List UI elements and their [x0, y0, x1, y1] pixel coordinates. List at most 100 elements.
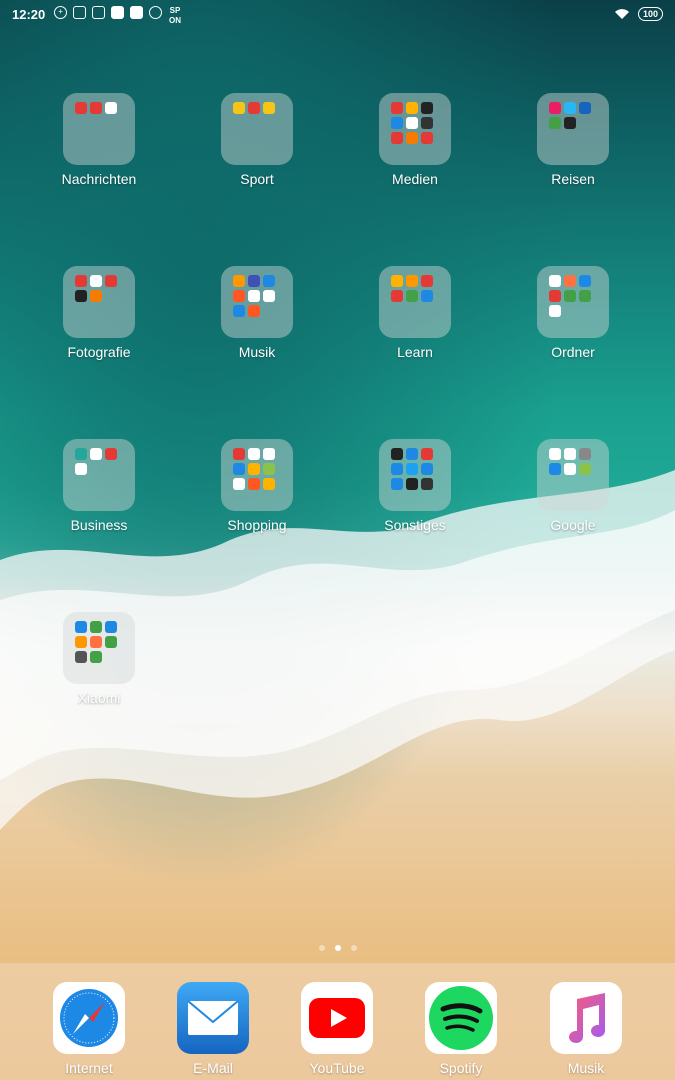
app-mini-icon [263, 478, 275, 490]
mail-envelope-icon [177, 982, 249, 1054]
page-dot-3[interactable] [350, 945, 357, 951]
chat-icon [130, 6, 143, 19]
folder-ordner[interactable]: Ordner [528, 266, 618, 360]
mail-notification-icon [73, 6, 86, 19]
app-mini-icon [391, 478, 403, 490]
spon-icon: SP ON [169, 6, 181, 25]
folder-nachrichten[interactable]: Nachrichten [54, 93, 144, 187]
app-mini-icon [391, 132, 403, 144]
page-dot-1[interactable] [318, 945, 325, 951]
dock-app-spotify[interactable]: Spotify [416, 982, 506, 1076]
dock-app-youtube[interactable]: YouTube [292, 982, 382, 1076]
app-mini-icon [233, 102, 245, 114]
app-mini-icon [248, 305, 260, 317]
app-mini-icon [90, 651, 102, 663]
folder-label: Medien [392, 171, 438, 187]
app-mini-icon [564, 117, 576, 129]
folder-label: Sonstiges [384, 517, 446, 533]
folder-learn[interactable]: Learn [370, 266, 460, 360]
folder-musik[interactable]: Musik [212, 266, 302, 360]
app-mini-icon [406, 132, 418, 144]
app-mini-icon [421, 102, 433, 114]
folder-preview [221, 266, 293, 338]
app-mini-icon [248, 463, 260, 475]
app-mini-icon [233, 448, 245, 460]
app-mini-icon [406, 448, 418, 460]
dock-app-email[interactable]: E-Mail [168, 982, 258, 1076]
app-mini-icon [75, 448, 87, 460]
page-indicator[interactable] [0, 945, 675, 951]
folder-google[interactable]: Google [528, 439, 618, 533]
folder-preview [537, 266, 609, 338]
folder-business[interactable]: Business [54, 439, 144, 533]
folder-label: Ordner [551, 344, 595, 360]
app-mini-icon [263, 275, 275, 287]
folder-sport[interactable]: Sport [212, 93, 302, 187]
folder-preview [537, 93, 609, 165]
app-mini-icon [391, 463, 403, 475]
app-mini-icon [90, 448, 102, 460]
folder-preview [63, 612, 135, 684]
app-mini-icon [421, 117, 433, 129]
folder-reisen[interactable]: Reisen [528, 93, 618, 187]
app-mini-icon [75, 290, 87, 302]
app-mini-icon [564, 448, 576, 460]
app-mini-icon [421, 463, 433, 475]
folder-preview [221, 93, 293, 165]
app-mini-icon [406, 478, 418, 490]
dock-label: Internet [65, 1060, 113, 1076]
app-mini-icon [248, 275, 260, 287]
app-mini-icon [391, 290, 403, 302]
app-mini-icon [263, 463, 275, 475]
folder-label: Nachrichten [61, 171, 137, 187]
folder-label: Musik [238, 344, 276, 360]
app-mini-icon [564, 290, 576, 302]
app-mini-icon [105, 448, 117, 460]
news-icon [149, 6, 162, 19]
folder-xiaomi[interactable]: Xiaomi [54, 612, 144, 706]
page-dot-2[interactable] [334, 945, 341, 951]
app-mini-icon [233, 478, 245, 490]
dock-label: Musik [567, 1060, 605, 1076]
dock-app-internet[interactable]: Internet [44, 982, 134, 1076]
app-mini-icon [263, 102, 275, 114]
instagram-icon [92, 6, 105, 19]
folder-sonstiges[interactable]: Sonstiges [370, 439, 460, 533]
folder-medien[interactable]: Medien [370, 93, 460, 187]
status-bar: 12:20 + SP ON 100 [0, 0, 675, 28]
folder-preview [379, 266, 451, 338]
dock-app-musik[interactable]: Musik [541, 982, 631, 1076]
app-mini-icon [233, 463, 245, 475]
folder-shopping[interactable]: Shopping [212, 439, 302, 533]
folder-fotografie[interactable]: Fotografie [54, 266, 144, 360]
app-mini-icon [579, 275, 591, 287]
dock-label: Spotify [439, 1060, 483, 1076]
app-mini-icon [549, 463, 561, 475]
app-mini-icon [391, 448, 403, 460]
app-mini-icon [579, 463, 591, 475]
app-mini-icon [105, 275, 117, 287]
music-note-icon [550, 982, 622, 1054]
app-mini-icon [75, 275, 87, 287]
app-mini-icon [233, 290, 245, 302]
app-mini-icon [75, 621, 87, 633]
app-mini-icon [90, 290, 102, 302]
app-mini-icon [248, 478, 260, 490]
app-mini-icon [233, 275, 245, 287]
app-mini-icon [549, 305, 561, 317]
app-mini-icon [248, 102, 260, 114]
dock-label: YouTube [309, 1060, 365, 1076]
app-mini-icon [105, 621, 117, 633]
folder-label: Xiaomi [77, 690, 121, 706]
flipboard-icon [111, 6, 124, 19]
app-mini-icon [263, 290, 275, 302]
app-mini-icon [105, 636, 117, 648]
app-mini-icon [406, 117, 418, 129]
app-mini-icon [406, 275, 418, 287]
app-mini-icon [75, 636, 87, 648]
folder-label: Shopping [227, 517, 287, 533]
notification-icons: + SP ON [54, 6, 182, 25]
app-mini-icon [90, 102, 102, 114]
battery-indicator: 100 [637, 7, 663, 21]
app-mini-icon [391, 117, 403, 129]
